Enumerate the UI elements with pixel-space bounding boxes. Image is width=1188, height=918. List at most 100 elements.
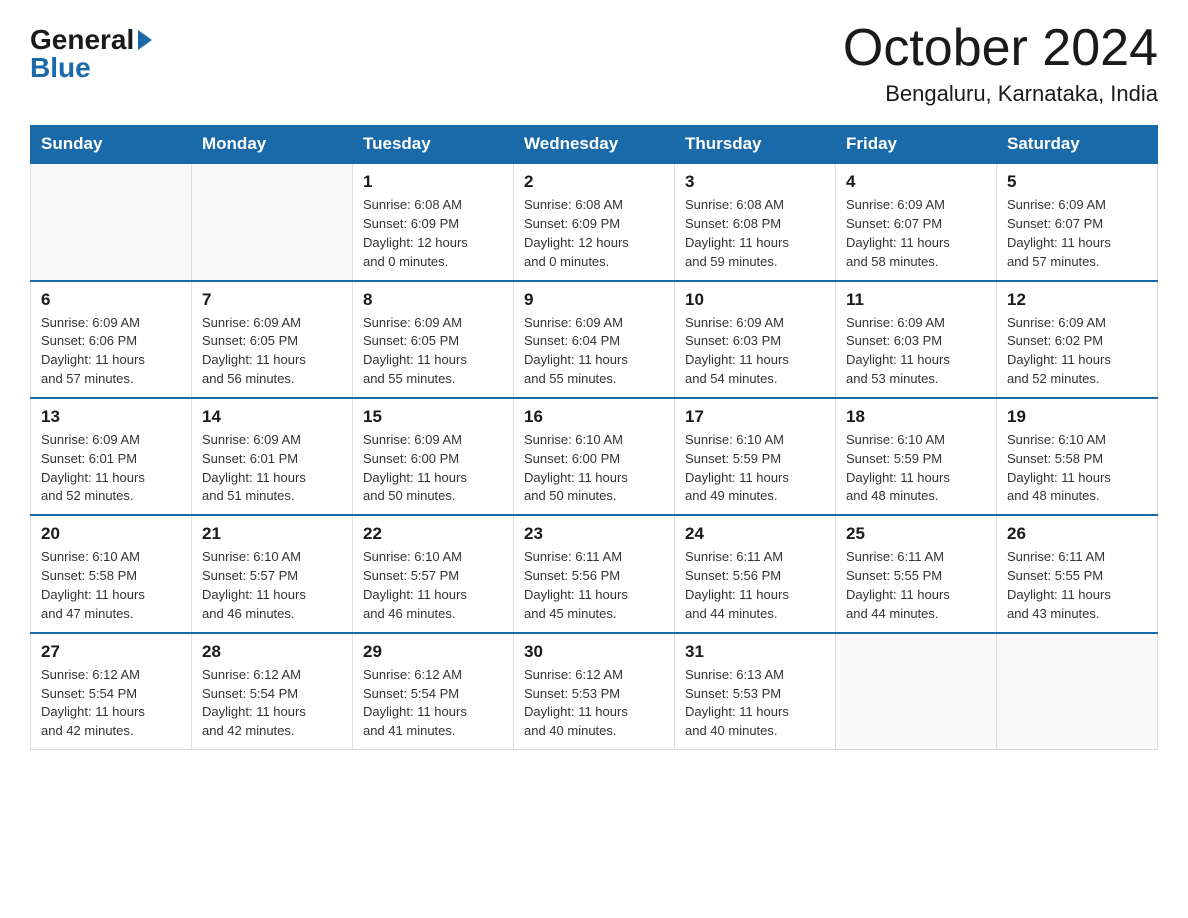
- day-info: Sunrise: 6:12 AM Sunset: 5:54 PM Dayligh…: [363, 666, 503, 741]
- day-number: 25: [846, 524, 986, 544]
- day-info: Sunrise: 6:09 AM Sunset: 6:06 PM Dayligh…: [41, 314, 181, 389]
- day-cell: 30Sunrise: 6:12 AM Sunset: 5:53 PM Dayli…: [514, 633, 675, 750]
- day-info: Sunrise: 6:10 AM Sunset: 5:57 PM Dayligh…: [202, 548, 342, 623]
- week-row-4: 20 Sunrise: 6:10 AM Sunset: 5:58 PM Dayli…: [31, 515, 1158, 632]
- day-number: 22: [363, 524, 503, 544]
- day-number: 14: [202, 407, 342, 427]
- day-info: Sunrise: 6:09 AM Sunset: 6:05 PM Dayligh…: [363, 314, 503, 389]
- day-number: 15: [363, 407, 503, 427]
- day-number: 19: [1007, 407, 1147, 427]
- day-info: Sunrise: 6:09 AM Sunset: 6:04 PM Dayligh…: [524, 314, 664, 389]
- day-info: Sunrise: 6:12 AM Sunset: 5:54 PM Dayligh…: [202, 666, 342, 741]
- day-info: Sunrise: 6:11 AM Sunset: 5:56 PM Dayligh…: [685, 548, 825, 623]
- day-number: 20: [41, 524, 181, 544]
- day-cell: 18 Sunrise: 6:10 AM Sunset: 5:59 PM Dayli…: [836, 398, 997, 515]
- day-cell: 31Sunrise: 6:13 AM Sunset: 5:53 PM Dayli…: [675, 633, 836, 750]
- day-info: Sunrise: 6:09 AM Sunset: 6:02 PM Dayligh…: [1007, 314, 1147, 389]
- day-cell: 11 Sunrise: 6:09 AM Sunset: 6:03 PM Dayli…: [836, 281, 997, 398]
- week-row-3: 13Sunrise: 6:09 AM Sunset: 6:01 PM Dayli…: [31, 398, 1158, 515]
- header-thursday: Thursday: [675, 126, 836, 164]
- day-number: 2: [524, 172, 664, 192]
- day-cell: [31, 163, 192, 280]
- day-cell: [997, 633, 1158, 750]
- day-cell: 14Sunrise: 6:09 AM Sunset: 6:01 PM Dayli…: [192, 398, 353, 515]
- day-cell: 20 Sunrise: 6:10 AM Sunset: 5:58 PM Dayli…: [31, 515, 192, 632]
- day-number: 1: [363, 172, 503, 192]
- day-cell: 21Sunrise: 6:10 AM Sunset: 5:57 PM Dayli…: [192, 515, 353, 632]
- day-info: Sunrise: 6:11 AM Sunset: 5:56 PM Dayligh…: [524, 548, 664, 623]
- day-info: Sunrise: 6:08 AM Sunset: 6:09 PM Dayligh…: [363, 196, 503, 271]
- day-number: 27: [41, 642, 181, 662]
- day-cell: [192, 163, 353, 280]
- day-cell: 7 Sunrise: 6:09 AM Sunset: 6:05 PM Daylig…: [192, 281, 353, 398]
- week-row-1: 1 Sunrise: 6:08 AM Sunset: 6:09 PM Daylig…: [31, 163, 1158, 280]
- day-info: Sunrise: 6:09 AM Sunset: 6:07 PM Dayligh…: [846, 196, 986, 271]
- logo: General Blue: [30, 20, 152, 82]
- day-cell: 19 Sunrise: 6:10 AM Sunset: 5:58 PM Dayli…: [997, 398, 1158, 515]
- day-info: Sunrise: 6:08 AM Sunset: 6:08 PM Dayligh…: [685, 196, 825, 271]
- day-info: Sunrise: 6:10 AM Sunset: 5:58 PM Dayligh…: [1007, 431, 1147, 506]
- day-number: 12: [1007, 290, 1147, 310]
- day-number: 28: [202, 642, 342, 662]
- day-cell: 13Sunrise: 6:09 AM Sunset: 6:01 PM Dayli…: [31, 398, 192, 515]
- day-info: Sunrise: 6:09 AM Sunset: 6:03 PM Dayligh…: [846, 314, 986, 389]
- day-info: Sunrise: 6:09 AM Sunset: 6:07 PM Dayligh…: [1007, 196, 1147, 271]
- week-row-2: 6 Sunrise: 6:09 AM Sunset: 6:06 PM Daylig…: [31, 281, 1158, 398]
- day-number: 4: [846, 172, 986, 192]
- day-cell: 9Sunrise: 6:09 AM Sunset: 6:04 PM Daylig…: [514, 281, 675, 398]
- day-cell: 3 Sunrise: 6:08 AM Sunset: 6:08 PM Daylig…: [675, 163, 836, 280]
- day-cell: 10Sunrise: 6:09 AM Sunset: 6:03 PM Dayli…: [675, 281, 836, 398]
- header-friday: Friday: [836, 126, 997, 164]
- day-info: Sunrise: 6:09 AM Sunset: 6:03 PM Dayligh…: [685, 314, 825, 389]
- day-number: 24: [685, 524, 825, 544]
- day-number: 16: [524, 407, 664, 427]
- day-cell: 4 Sunrise: 6:09 AM Sunset: 6:07 PM Daylig…: [836, 163, 997, 280]
- day-number: 18: [846, 407, 986, 427]
- day-cell: 26 Sunrise: 6:11 AM Sunset: 5:55 PM Dayli…: [997, 515, 1158, 632]
- day-cell: 24 Sunrise: 6:11 AM Sunset: 5:56 PM Dayli…: [675, 515, 836, 632]
- day-cell: 27 Sunrise: 6:12 AM Sunset: 5:54 PM Dayli…: [31, 633, 192, 750]
- day-cell: 25 Sunrise: 6:11 AM Sunset: 5:55 PM Dayli…: [836, 515, 997, 632]
- day-info: Sunrise: 6:11 AM Sunset: 5:55 PM Dayligh…: [846, 548, 986, 623]
- day-info: Sunrise: 6:10 AM Sunset: 5:59 PM Dayligh…: [846, 431, 986, 506]
- logo-blue-text: Blue: [30, 54, 91, 82]
- day-info: Sunrise: 6:12 AM Sunset: 5:54 PM Dayligh…: [41, 666, 181, 741]
- calendar-header: SundayMondayTuesdayWednesdayThursdayFrid…: [31, 126, 1158, 164]
- header-saturday: Saturday: [997, 126, 1158, 164]
- day-info: Sunrise: 6:09 AM Sunset: 6:05 PM Dayligh…: [202, 314, 342, 389]
- day-info: Sunrise: 6:08 AM Sunset: 6:09 PM Dayligh…: [524, 196, 664, 271]
- day-cell: [836, 633, 997, 750]
- day-info: Sunrise: 6:13 AM Sunset: 5:53 PM Dayligh…: [685, 666, 825, 741]
- day-number: 26: [1007, 524, 1147, 544]
- day-number: 11: [846, 290, 986, 310]
- day-cell: 2 Sunrise: 6:08 AM Sunset: 6:09 PM Daylig…: [514, 163, 675, 280]
- day-number: 29: [363, 642, 503, 662]
- day-number: 3: [685, 172, 825, 192]
- day-cell: 12 Sunrise: 6:09 AM Sunset: 6:02 PM Dayli…: [997, 281, 1158, 398]
- day-cell: 5 Sunrise: 6:09 AM Sunset: 6:07 PM Daylig…: [997, 163, 1158, 280]
- day-number: 30: [524, 642, 664, 662]
- day-cell: 16Sunrise: 6:10 AM Sunset: 6:00 PM Dayli…: [514, 398, 675, 515]
- header-sunday: Sunday: [31, 126, 192, 164]
- day-info: Sunrise: 6:10 AM Sunset: 5:58 PM Dayligh…: [41, 548, 181, 623]
- week-row-5: 27 Sunrise: 6:12 AM Sunset: 5:54 PM Dayli…: [31, 633, 1158, 750]
- calendar-table: SundayMondayTuesdayWednesdayThursdayFrid…: [30, 125, 1158, 750]
- title-area: October 2024 Bengaluru, Karnataka, India: [843, 20, 1158, 107]
- logo-triangle-icon: [138, 30, 152, 50]
- day-info: Sunrise: 6:11 AM Sunset: 5:55 PM Dayligh…: [1007, 548, 1147, 623]
- day-cell: 28 Sunrise: 6:12 AM Sunset: 5:54 PM Dayli…: [192, 633, 353, 750]
- day-number: 6: [41, 290, 181, 310]
- day-info: Sunrise: 6:09 AM Sunset: 6:01 PM Dayligh…: [41, 431, 181, 506]
- day-cell: 22Sunrise: 6:10 AM Sunset: 5:57 PM Dayli…: [353, 515, 514, 632]
- day-number: 17: [685, 407, 825, 427]
- day-number: 8: [363, 290, 503, 310]
- day-cell: 29 Sunrise: 6:12 AM Sunset: 5:54 PM Dayli…: [353, 633, 514, 750]
- day-number: 5: [1007, 172, 1147, 192]
- header-wednesday: Wednesday: [514, 126, 675, 164]
- day-cell: 6 Sunrise: 6:09 AM Sunset: 6:06 PM Daylig…: [31, 281, 192, 398]
- month-title: October 2024: [843, 20, 1158, 77]
- day-cell: 17Sunrise: 6:10 AM Sunset: 5:59 PM Dayli…: [675, 398, 836, 515]
- page-header: General Blue October 2024 Bengaluru, Kar…: [30, 20, 1158, 107]
- day-number: 7: [202, 290, 342, 310]
- day-cell: 8 Sunrise: 6:09 AM Sunset: 6:05 PM Daylig…: [353, 281, 514, 398]
